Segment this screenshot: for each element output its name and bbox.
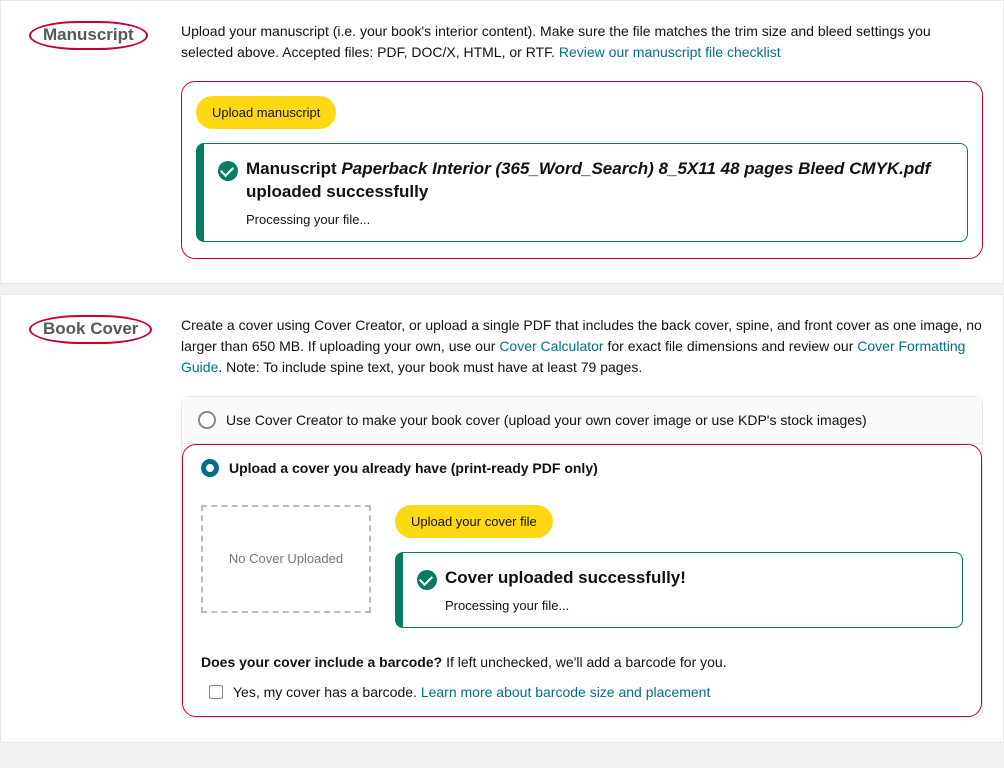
barcode-learn-more-link[interactable]: Learn more about barcode size and placem… (421, 684, 711, 700)
manuscript-description: Upload your manuscript (i.e. your book's… (181, 21, 983, 63)
cover-processing-text: Processing your file... (445, 598, 944, 613)
book-cover-panel: Book Cover Create a cover using Cover Cr… (0, 294, 1004, 743)
cover-description: Create a cover using Cover Creator, or u… (181, 315, 983, 378)
manuscript-desc-text: Upload your manuscript (i.e. your book's… (181, 23, 931, 60)
cover-success-box: Cover uploaded successfully! Processing … (395, 552, 963, 628)
cover-upload-callout: Upload a cover you already have (print-r… (182, 444, 982, 717)
check-circle-icon (417, 570, 437, 590)
manuscript-success-filename: Paperback Interior (365_Word_Search) 8_5… (341, 159, 930, 178)
manuscript-success-box: Manuscript Paperback Interior (365_Word_… (196, 143, 968, 242)
cover-option-group: Use Cover Creator to make your book cove… (181, 396, 983, 718)
cover-placeholder-text: No Cover Uploaded (229, 551, 343, 566)
barcode-question-rest: If left unchecked, we'll add a barcode f… (442, 654, 726, 670)
manuscript-success-post: uploaded successfully (246, 182, 428, 201)
cover-option-creator-label: Use Cover Creator to make your book cove… (226, 412, 867, 428)
manuscript-upload-callout: Upload manuscript Manuscript Paperback I… (181, 81, 983, 259)
cover-option-upload-label: Upload a cover you already have (print-r… (229, 460, 598, 476)
cover-option-creator[interactable]: Use Cover Creator to make your book cove… (182, 397, 982, 444)
barcode-question-bold: Does your cover include a barcode? (201, 654, 442, 670)
cover-section-label: Book Cover (21, 315, 181, 344)
cover-heading: Book Cover (29, 315, 152, 344)
cover-desc-text2: for exact file dimensions and review our (604, 338, 858, 354)
barcode-checkbox-row[interactable]: Yes, my cover has a barcode. Learn more … (201, 684, 963, 700)
cover-placeholder: No Cover Uploaded (201, 505, 371, 613)
cover-option-upload[interactable]: Upload a cover you already have (print-r… (197, 445, 967, 491)
barcode-checkbox[interactable] (209, 685, 223, 699)
manuscript-checklist-link[interactable]: Review our manuscript file checklist (559, 44, 781, 60)
cover-calculator-link[interactable]: Cover Calculator (499, 338, 603, 354)
radio-selected-icon (201, 459, 219, 477)
check-circle-icon (218, 161, 238, 181)
manuscript-heading: Manuscript (29, 21, 148, 50)
manuscript-success-title: Manuscript Paperback Interior (365_Word_… (246, 158, 949, 204)
barcode-check-label: Yes, my cover has a barcode. (233, 684, 421, 700)
manuscript-section-label: Manuscript (21, 21, 181, 50)
upload-cover-button[interactable]: Upload your cover file (395, 505, 553, 538)
radio-icon (198, 411, 216, 429)
barcode-question: Does your cover include a barcode? If le… (201, 654, 963, 670)
cover-desc-text3: . Note: To include spine text, your book… (218, 359, 642, 375)
upload-manuscript-button[interactable]: Upload manuscript (196, 96, 336, 129)
manuscript-panel: Manuscript Upload your manuscript (i.e. … (0, 0, 1004, 284)
manuscript-processing-text: Processing your file... (246, 212, 949, 227)
cover-success-title: Cover uploaded successfully! (445, 567, 944, 590)
manuscript-success-pre: Manuscript (246, 159, 341, 178)
